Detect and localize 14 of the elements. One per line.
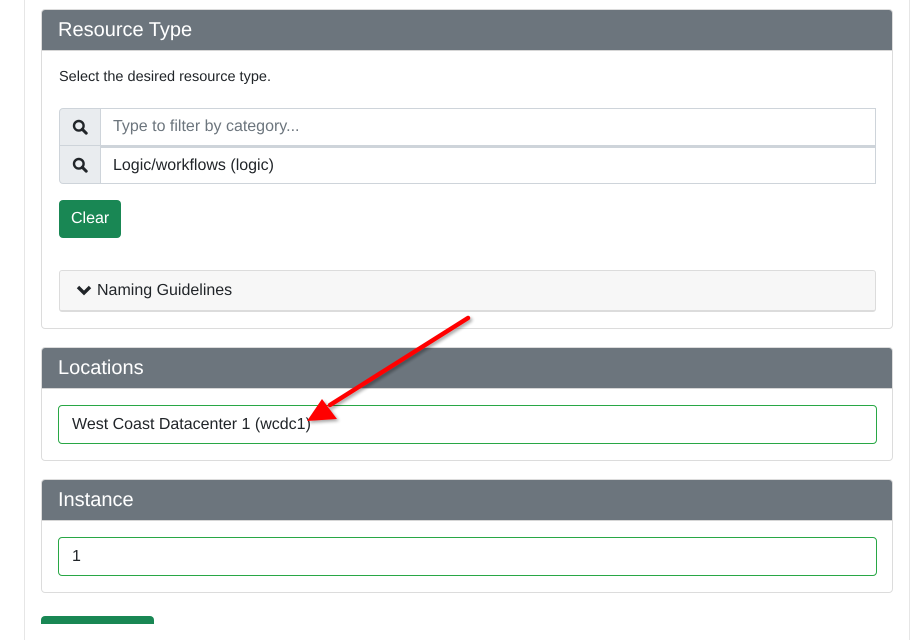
section-header: Locations — [42, 348, 892, 389]
selected-type-field[interactable]: Logic/workflows (logic) — [101, 146, 876, 184]
search-icon — [72, 119, 88, 135]
text-field[interactable]: West Coast Datacenter 1 (wcdc1) — [58, 405, 877, 444]
clear-button[interactable]: Clear — [59, 200, 122, 238]
search-icon — [72, 156, 88, 172]
section-header: Resource Type — [42, 10, 892, 51]
filter-field[interactable]: Type to filter by category... — [101, 108, 876, 146]
naming-guidelines-toggle[interactable]: Naming Guidelines — [59, 270, 876, 312]
description-text: Select the desired resource type. — [59, 68, 272, 87]
action-button[interactable] — [41, 616, 154, 624]
chevron-down-icon — [76, 285, 92, 296]
section-header: Instance — [42, 480, 892, 521]
text-field[interactable]: 1 — [58, 537, 877, 576]
